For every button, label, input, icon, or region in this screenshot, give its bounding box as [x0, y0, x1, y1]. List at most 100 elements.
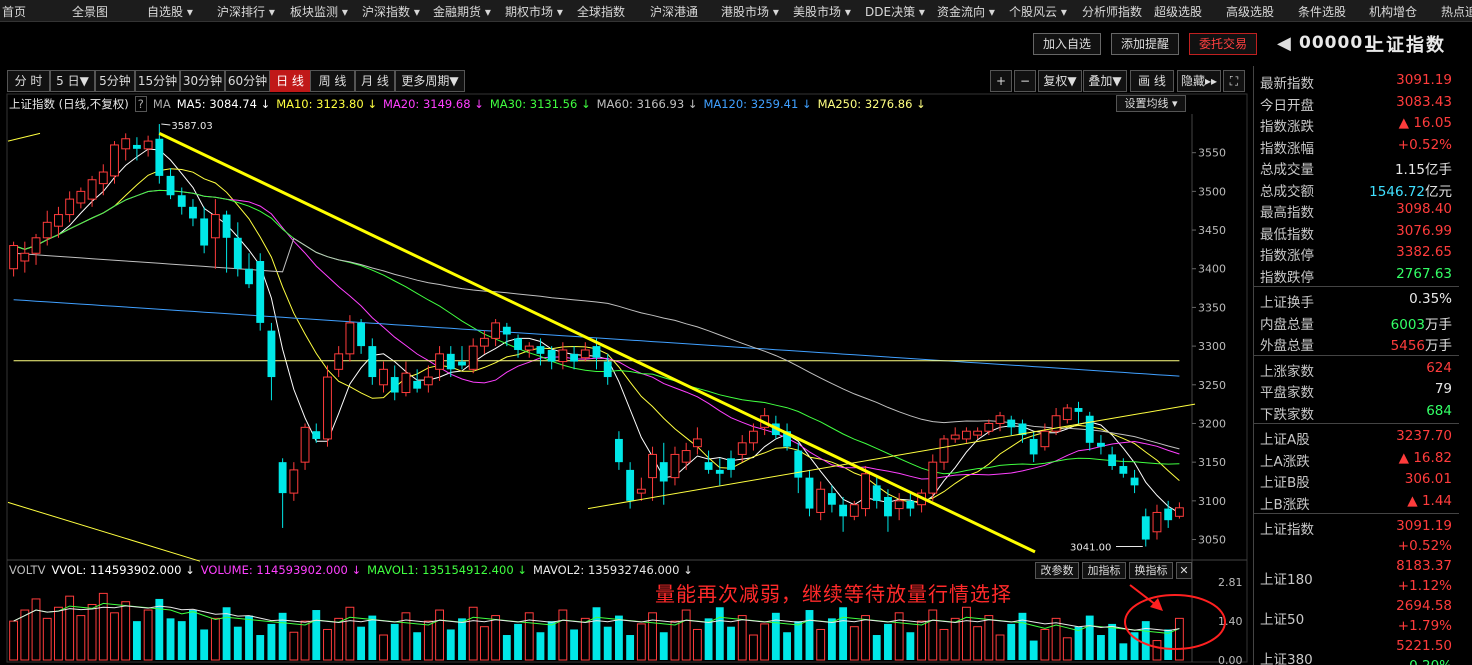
volume-bar [906, 632, 915, 660]
volume-bar [143, 609, 153, 661]
index-row[interactable]: 上证380 5221.50 -0.20% [1260, 638, 1452, 665]
candle-body [166, 175, 175, 196]
volume-bar [1040, 628, 1050, 661]
candle-body [950, 434, 960, 440]
menu-item-20[interactable]: 热点追 [1441, 3, 1472, 20]
candle-body [794, 450, 803, 478]
index-pct: -0.20% [1404, 658, 1452, 665]
volume-bar [670, 620, 680, 661]
quote-unit: 亿手 [1425, 162, 1452, 178]
price-tick-label: 3200 [1198, 417, 1226, 430]
index-row[interactable]: 上证180 8183.37 +1.12% [1260, 558, 1452, 598]
candle-body [592, 346, 601, 358]
quote-label: 下跌家数 [1260, 406, 1314, 423]
chart-tool-4[interactable]: 画 线 [1130, 70, 1174, 92]
menu-item-18[interactable]: 条件选股 [1298, 3, 1346, 20]
add-indicator-button[interactable]: 加指标 [1082, 562, 1126, 579]
close-indicator-icon[interactable]: ✕ [1176, 562, 1192, 579]
quote-row: 下跌家数 684 [1260, 401, 1452, 423]
quote-label: 最新指数 [1260, 76, 1314, 92]
panel-divider [1254, 423, 1459, 424]
candle-body [749, 430, 758, 444]
volume-bar [458, 618, 466, 660]
chart-tool-1[interactable]: − [1014, 70, 1036, 92]
quote-row: 内盘总量 6003万手 [1260, 311, 1452, 333]
candle-body [681, 450, 691, 463]
candle-body [20, 252, 30, 262]
annotation-arrowhead [1150, 598, 1163, 611]
quote-label: 平盘家数 [1260, 385, 1314, 401]
candle-body [1119, 466, 1128, 474]
quote-unit: 万手 [1425, 316, 1452, 333]
quote-value: 2767.63 [1396, 265, 1452, 282]
quote-row: 上证换手 0.35% [1260, 289, 1452, 311]
collapse-arrow-icon[interactable]: ◀ [1277, 33, 1291, 54]
quote-label: 指数涨停 [1260, 248, 1314, 264]
chart-tool-0[interactable]: + [990, 70, 1012, 92]
candle-body [648, 453, 657, 479]
volume-bar [939, 628, 949, 661]
volume-bar [76, 615, 86, 661]
edit-params-button[interactable]: 改参数 [1035, 562, 1079, 579]
volume-bar [468, 606, 478, 661]
ma5-line [13, 148, 1180, 514]
quote-label: 最低指数 [1260, 226, 1314, 243]
candle-body [390, 377, 399, 393]
quote-value: ▲ 16.82 [1398, 449, 1452, 466]
volume-bar [1164, 629, 1173, 660]
volume-bar [166, 618, 175, 660]
candle-body [155, 138, 164, 176]
volume-bar [1152, 640, 1162, 661]
volume-bar [446, 629, 455, 660]
volume-bar [872, 635, 881, 660]
index-row[interactable]: 上证指数 3091.19 +0.52% [1260, 518, 1452, 558]
quote-label: 上证A股 [1260, 432, 1310, 448]
volume-bar [200, 629, 209, 660]
volume-bar [614, 615, 623, 660]
volume-bar [110, 612, 119, 661]
volume-bar [390, 623, 399, 660]
volume-bar [289, 631, 299, 661]
quote-label: 总成交额 [1260, 183, 1314, 200]
candle-body [379, 368, 388, 386]
chart-tool-3[interactable]: 叠加▼ [1083, 70, 1127, 92]
index-label: 上证指数 [1260, 522, 1314, 538]
candle-body [210, 214, 220, 239]
volume-bar [704, 618, 713, 660]
volume-bar [334, 617, 344, 661]
index-label: 上证50 [1260, 612, 1305, 628]
volume-bar [749, 634, 758, 661]
candle-body [110, 144, 119, 177]
price-tick-label: 3150 [1198, 456, 1226, 469]
volume-bar [1074, 626, 1083, 660]
quote-unit: 万手 [1425, 338, 1452, 354]
ma20-line [13, 189, 1180, 480]
candle-body [289, 469, 299, 494]
index-row[interactable]: 上证50 2694.58 +1.79% [1260, 598, 1452, 638]
candle-body [189, 206, 197, 219]
volume-bar [961, 606, 971, 661]
volume-tick-label: 2.81 [1218, 576, 1243, 589]
quote-row: 最新指数 3091.19 [1260, 70, 1452, 92]
quote-label: 上证换手 [1260, 295, 1314, 311]
price-tick-label: 3050 [1198, 534, 1226, 547]
quote-panel: 最新指数 3091.19 今日开盘 3083.43 指数涨跌 ▲ 16.05 指数涨幅 +0.… [1253, 66, 1459, 665]
quote-row: 总成交量 1.15亿手 [1260, 156, 1452, 178]
volume-bar [861, 615, 870, 661]
volume-bar [300, 620, 310, 661]
candle-body [1074, 408, 1083, 412]
candle-body [737, 442, 747, 455]
chart-tool-5[interactable]: 隐藏▸▸ [1177, 70, 1221, 92]
chart-tool-2[interactable]: 复权▼ [1038, 70, 1082, 92]
quote-label: 指数涨跌 [1260, 119, 1314, 135]
quote-row: 平盘家数 79 [1260, 379, 1452, 401]
candle-body [121, 138, 131, 150]
chart-tool-6[interactable]: ⛶ [1223, 70, 1245, 92]
price-tick-label: 3400 [1198, 263, 1226, 276]
price-tick-label: 3350 [1198, 301, 1226, 314]
price-tick-label: 3250 [1198, 379, 1226, 392]
menu-item-19[interactable]: 机构增仓 [1369, 3, 1417, 20]
price-tick-label: 3550 [1198, 147, 1226, 160]
swap-indicator-button[interactable]: 换指标 [1129, 562, 1173, 579]
price-tick-label: 3100 [1198, 495, 1226, 508]
